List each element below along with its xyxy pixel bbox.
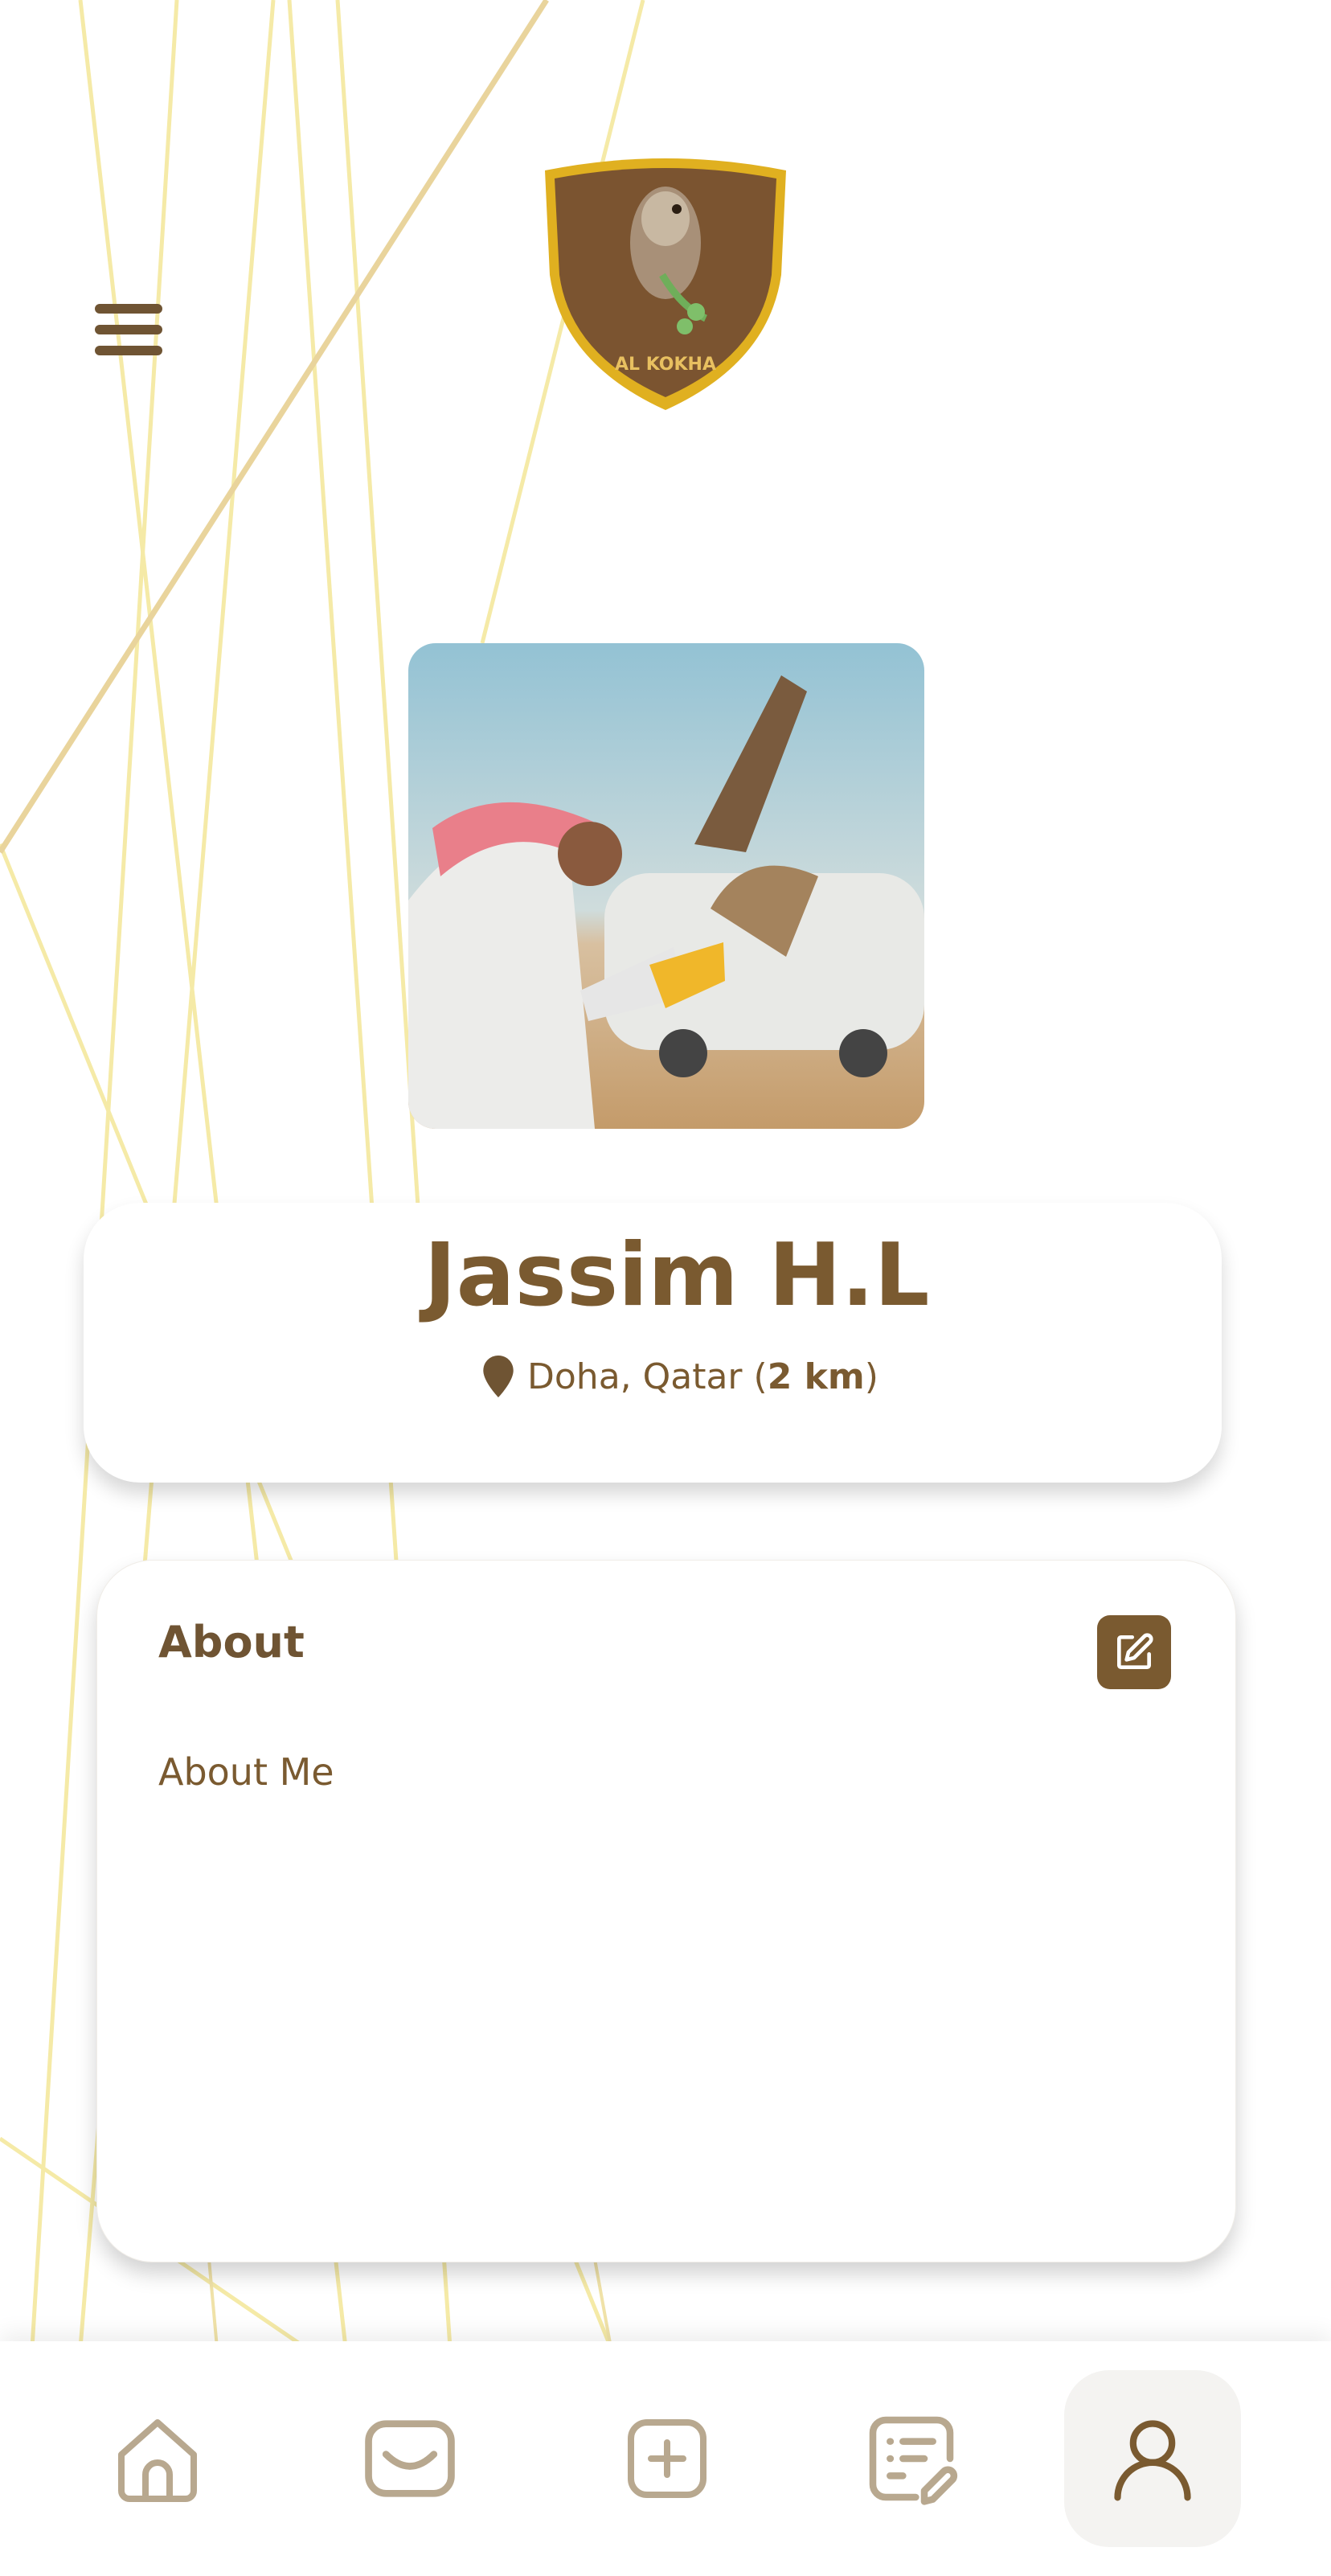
about-text: About Me	[158, 1750, 334, 1794]
add-icon	[628, 2419, 706, 2498]
home-icon	[118, 2419, 197, 2502]
orders-icon	[869, 2416, 958, 2505]
about-title: About	[158, 1617, 305, 1667]
nav-home[interactable]	[69, 2370, 246, 2547]
inbox-icon	[365, 2420, 455, 2497]
nav-profile[interactable]	[1064, 2370, 1241, 2547]
distance-text: 2 km	[767, 1356, 865, 1397]
map-pin-icon	[483, 1356, 514, 1397]
menu-button[interactable]	[95, 304, 162, 360]
edit-icon	[1117, 1633, 1153, 1669]
profile-name: Jassim H.L	[424, 1225, 930, 1326]
profile-name-card: Jassim H.L Doha, Qatar (2 km)	[84, 1203, 1222, 1483]
location-text: Doha, Qatar	[527, 1356, 743, 1397]
svg-text:AL KOKHA: AL KOKHA	[615, 355, 716, 375]
nav-orders[interactable]	[823, 2370, 1000, 2547]
profile-location: Doha, Qatar (2 km)	[482, 1351, 878, 1402]
profile-icon	[1114, 2420, 1191, 2501]
nav-add[interactable]	[579, 2370, 756, 2547]
hamburger-icon	[95, 304, 162, 314]
nav-inbox[interactable]	[321, 2370, 498, 2547]
edit-about-button[interactable]	[1097, 1615, 1171, 1689]
bottom-navigation-bar	[0, 2341, 1331, 2576]
profile-photo	[408, 643, 924, 1129]
about-card: About About Me	[96, 1560, 1236, 2262]
app-logo: AL KOKHA	[535, 154, 796, 415]
